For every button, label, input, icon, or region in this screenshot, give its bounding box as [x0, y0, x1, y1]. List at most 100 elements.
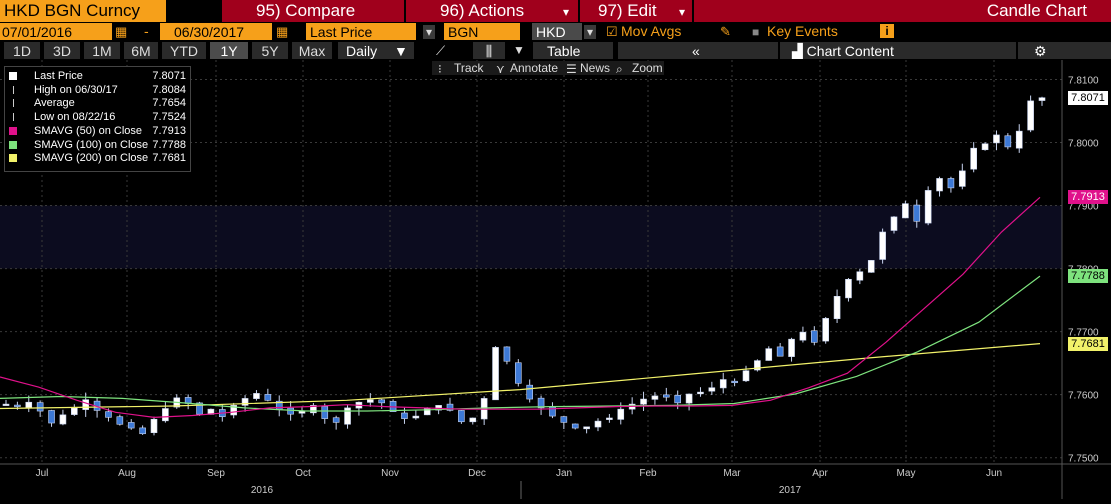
- candle-body: [1038, 97, 1046, 101]
- source-field[interactable]: BGN: [444, 23, 520, 40]
- end-date-field[interactable]: 06/30/2017: [160, 23, 272, 40]
- legend-label: High on 06/30/17: [34, 83, 118, 96]
- frequency-select[interactable]: Daily ▼: [338, 42, 414, 59]
- news-icon[interactable]: ☰: [566, 61, 577, 77]
- candle-body: [139, 427, 146, 435]
- legend-label: Last Price: [34, 70, 83, 82]
- track-button[interactable]: Track: [454, 60, 484, 76]
- period-tab[interactable]: 1D: [4, 42, 40, 59]
- annotate-icon[interactable]: ⋎: [496, 61, 505, 77]
- chart-toolbar: ⁝ Track ⋎ Annotate ☰ News ⌕ Zoom: [432, 60, 664, 77]
- candle-body: [640, 398, 647, 405]
- collapse-button[interactable]: «: [618, 42, 778, 59]
- legend-label: SMAVG (50) on Close: [34, 124, 143, 137]
- candle-body: [719, 379, 727, 389]
- legend-value: 7.7524: [152, 111, 186, 124]
- period-tab[interactable]: 1Y: [210, 42, 248, 59]
- year-label: 2016: [251, 485, 274, 496]
- period-tab[interactable]: 6M: [124, 42, 158, 59]
- chart-type-title[interactable]: Candle Chart: [694, 0, 1111, 22]
- legend-swatch: [9, 126, 17, 135]
- candle-body: [913, 204, 921, 222]
- chart-content-label: Chart Content: [806, 43, 894, 59]
- legend-item: Low on 08/22/16 7.7524: [5, 110, 190, 124]
- title-bar: HKD BGN Curncy 95) Compare 96) Actions ▾…: [0, 0, 1111, 22]
- candle-body: [116, 416, 124, 425]
- x-tick-label: Mar: [723, 468, 741, 479]
- chart-content-button[interactable]: ▟ Chart Content: [780, 42, 1016, 59]
- candle-body: [241, 398, 249, 406]
- candle-body: [344, 407, 351, 425]
- candle-body: [150, 418, 158, 434]
- candle-body: [731, 380, 738, 384]
- settings-gear-icon[interactable]: ⚙: [1018, 42, 1111, 59]
- candle-body: [287, 407, 294, 415]
- candle-body: [651, 395, 659, 400]
- x-tick-label: Sep: [207, 468, 225, 479]
- period-tab[interactable]: 1M: [84, 42, 120, 59]
- chart-content-icon: ▟: [792, 43, 803, 59]
- news-button[interactable]: News: [580, 60, 610, 76]
- candle-body: [378, 399, 385, 404]
- candle-body: [105, 411, 112, 418]
- field-select[interactable]: Last Price: [306, 23, 416, 40]
- legend-item: Last Price 7.8071: [5, 69, 190, 83]
- legend-swatch: [9, 140, 17, 149]
- dropdown-chevron-icon[interactable]: ▾: [584, 25, 596, 39]
- candle-body: [879, 231, 886, 260]
- pencil-icon[interactable]: ✎: [720, 24, 731, 40]
- legend-item: SMAVG (200) on Close 7.7681: [5, 151, 190, 165]
- candle-body: [856, 271, 864, 281]
- compare-button[interactable]: 95) Compare: [222, 0, 404, 22]
- key-events-label[interactable]: Key Events: [767, 22, 867, 40]
- candle-body: [959, 170, 966, 187]
- edit-menu[interactable]: 97) Edit: [580, 0, 692, 22]
- period-tab[interactable]: YTD: [162, 42, 206, 59]
- line-chart-icon[interactable]: ⟋: [436, 43, 445, 59]
- x-tick-label: Nov: [381, 468, 399, 479]
- security-field[interactable]: HKD BGN Curncy: [0, 0, 166, 22]
- start-date-field[interactable]: 07/01/2016: [0, 23, 112, 40]
- candle-chart-icon[interactable]: ⫼: [473, 42, 505, 59]
- candle-body: [924, 190, 932, 224]
- candle-body: [571, 423, 579, 429]
- legend-label: SMAVG (200) on Close: [34, 152, 149, 165]
- candle-body: [1004, 135, 1012, 148]
- annotate-button[interactable]: Annotate: [510, 60, 558, 76]
- period-tab[interactable]: 5Y: [252, 42, 288, 59]
- candle-body: [799, 331, 807, 341]
- table-button[interactable]: Table: [533, 42, 613, 59]
- candle-body: [82, 399, 89, 410]
- checkbox-checked-icon[interactable]: ☑: [606, 24, 618, 40]
- period-tab[interactable]: 3D: [44, 42, 80, 59]
- calendar-icon[interactable]: ▦: [115, 24, 127, 40]
- checkbox-unchecked-icon[interactable]: ■: [752, 25, 759, 39]
- currency-field[interactable]: HKD: [532, 23, 582, 40]
- info-icon[interactable]: i: [880, 24, 894, 38]
- calendar-icon[interactable]: ▦: [276, 24, 288, 40]
- candle-body: [2, 403, 10, 406]
- dropdown-chevron-icon[interactable]: ▼: [513, 43, 525, 57]
- candle-body: [367, 399, 374, 403]
- zoom-button[interactable]: Zoom: [632, 60, 663, 76]
- dropdown-chevron-icon[interactable]: ▾: [423, 25, 435, 39]
- x-tick-label: Apr: [812, 468, 828, 479]
- legend-item: Average 7.7654: [5, 96, 190, 110]
- track-icon[interactable]: ⁝: [438, 61, 442, 77]
- x-tick-label: Dec: [468, 468, 486, 479]
- candle-body: [401, 412, 408, 419]
- price-tag: 7.7913: [1068, 190, 1108, 205]
- x-tick-label: Jun: [986, 468, 1002, 479]
- actions-menu[interactable]: 96) Actions: [406, 0, 578, 22]
- candle-body: [674, 395, 681, 404]
- date-dash: -: [144, 23, 149, 39]
- period-tab[interactable]: Max: [292, 42, 332, 59]
- candle-body: [833, 296, 841, 319]
- y-tick-label: 7.8100: [1068, 75, 1099, 86]
- candle-body: [127, 422, 135, 429]
- zoom-icon[interactable]: ⌕: [616, 61, 623, 77]
- candle-body: [811, 330, 818, 343]
- price-tag: 7.8071: [1068, 90, 1108, 105]
- candle-body: [776, 346, 784, 357]
- mov-avgs-label[interactable]: Mov Avgs: [621, 22, 711, 40]
